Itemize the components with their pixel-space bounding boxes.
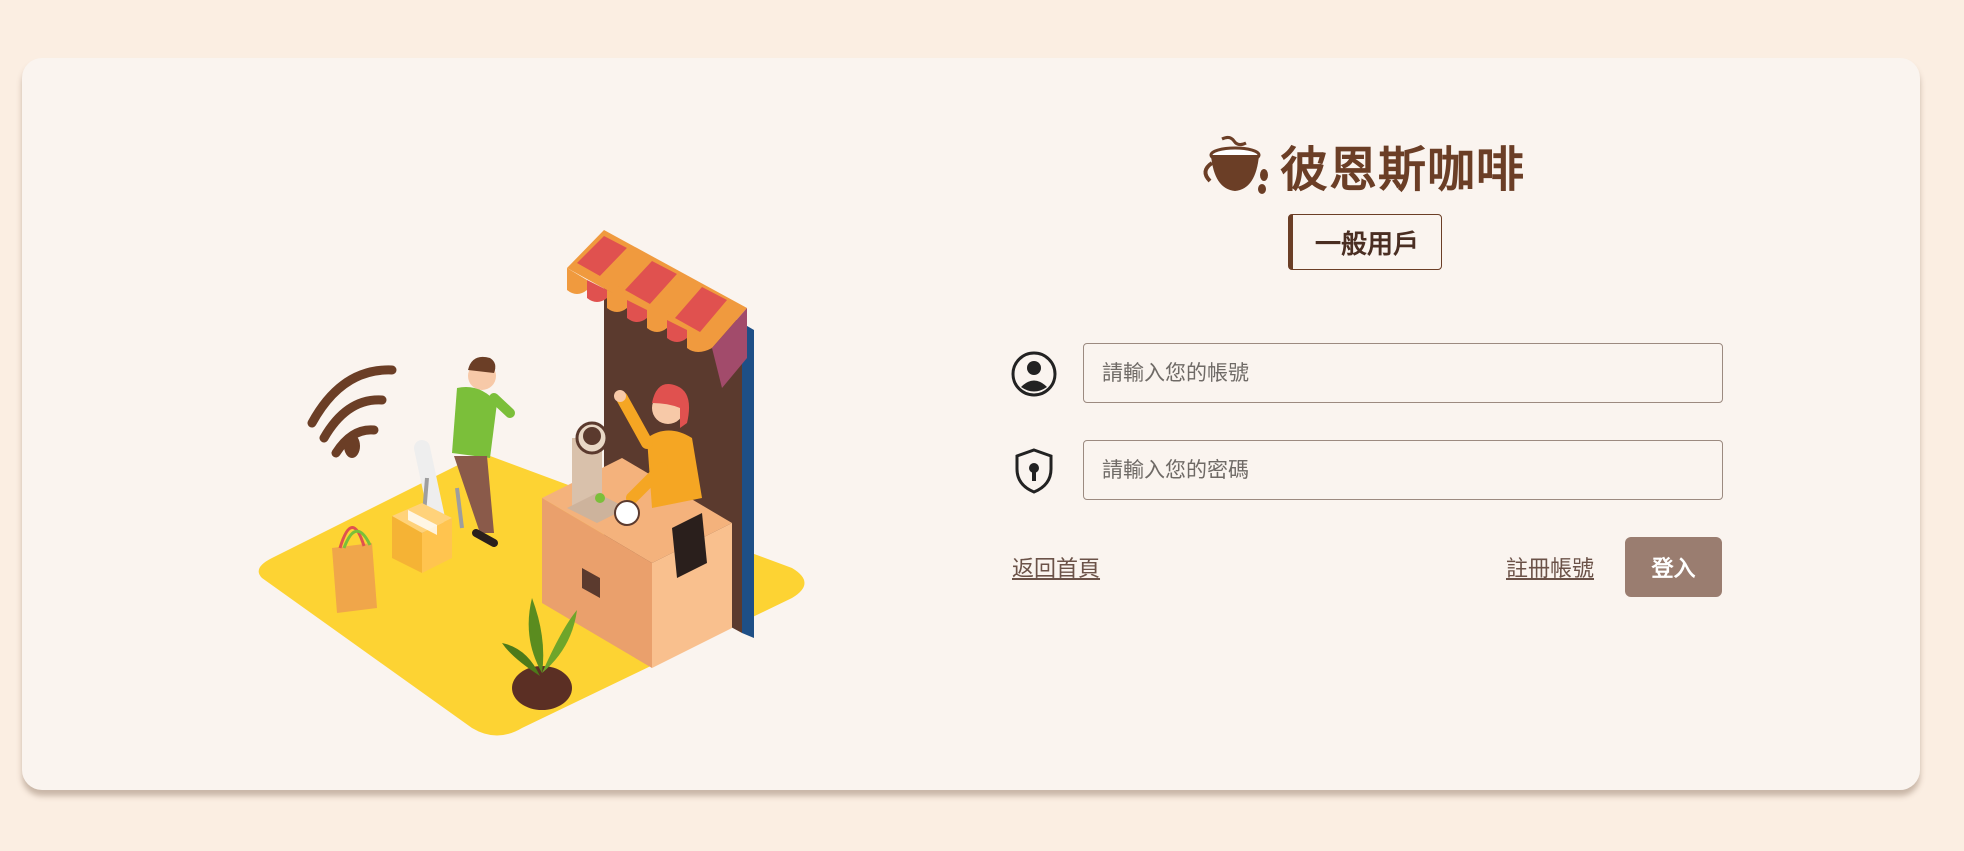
shield-keyhole-icon: [1015, 448, 1053, 494]
account-input[interactable]: [1083, 343, 1723, 403]
login-button[interactable]: 登入: [1625, 537, 1722, 597]
password-input[interactable]: [1083, 440, 1723, 500]
back-home-link[interactable]: 返回首頁: [1012, 551, 1100, 583]
user-circle-icon: [1011, 351, 1057, 397]
coffee-cup-icon: [1203, 135, 1268, 194]
brand-title: 彼恩斯咖啡: [1280, 142, 1526, 198]
coffee-shop-illustration: [258, 230, 805, 736]
box-shape: [392, 503, 452, 573]
brand-header: 彼恩斯咖啡: [1200, 130, 1525, 200]
register-link[interactable]: 註冊帳號: [1506, 551, 1594, 583]
login-card: 彼恩斯咖啡 一般用戶 返回首頁 註冊帳號 登入: [22, 58, 1920, 790]
role-badge: 一般用戶: [1288, 214, 1442, 270]
role-badge-label: 一般用戶: [1314, 229, 1419, 260]
